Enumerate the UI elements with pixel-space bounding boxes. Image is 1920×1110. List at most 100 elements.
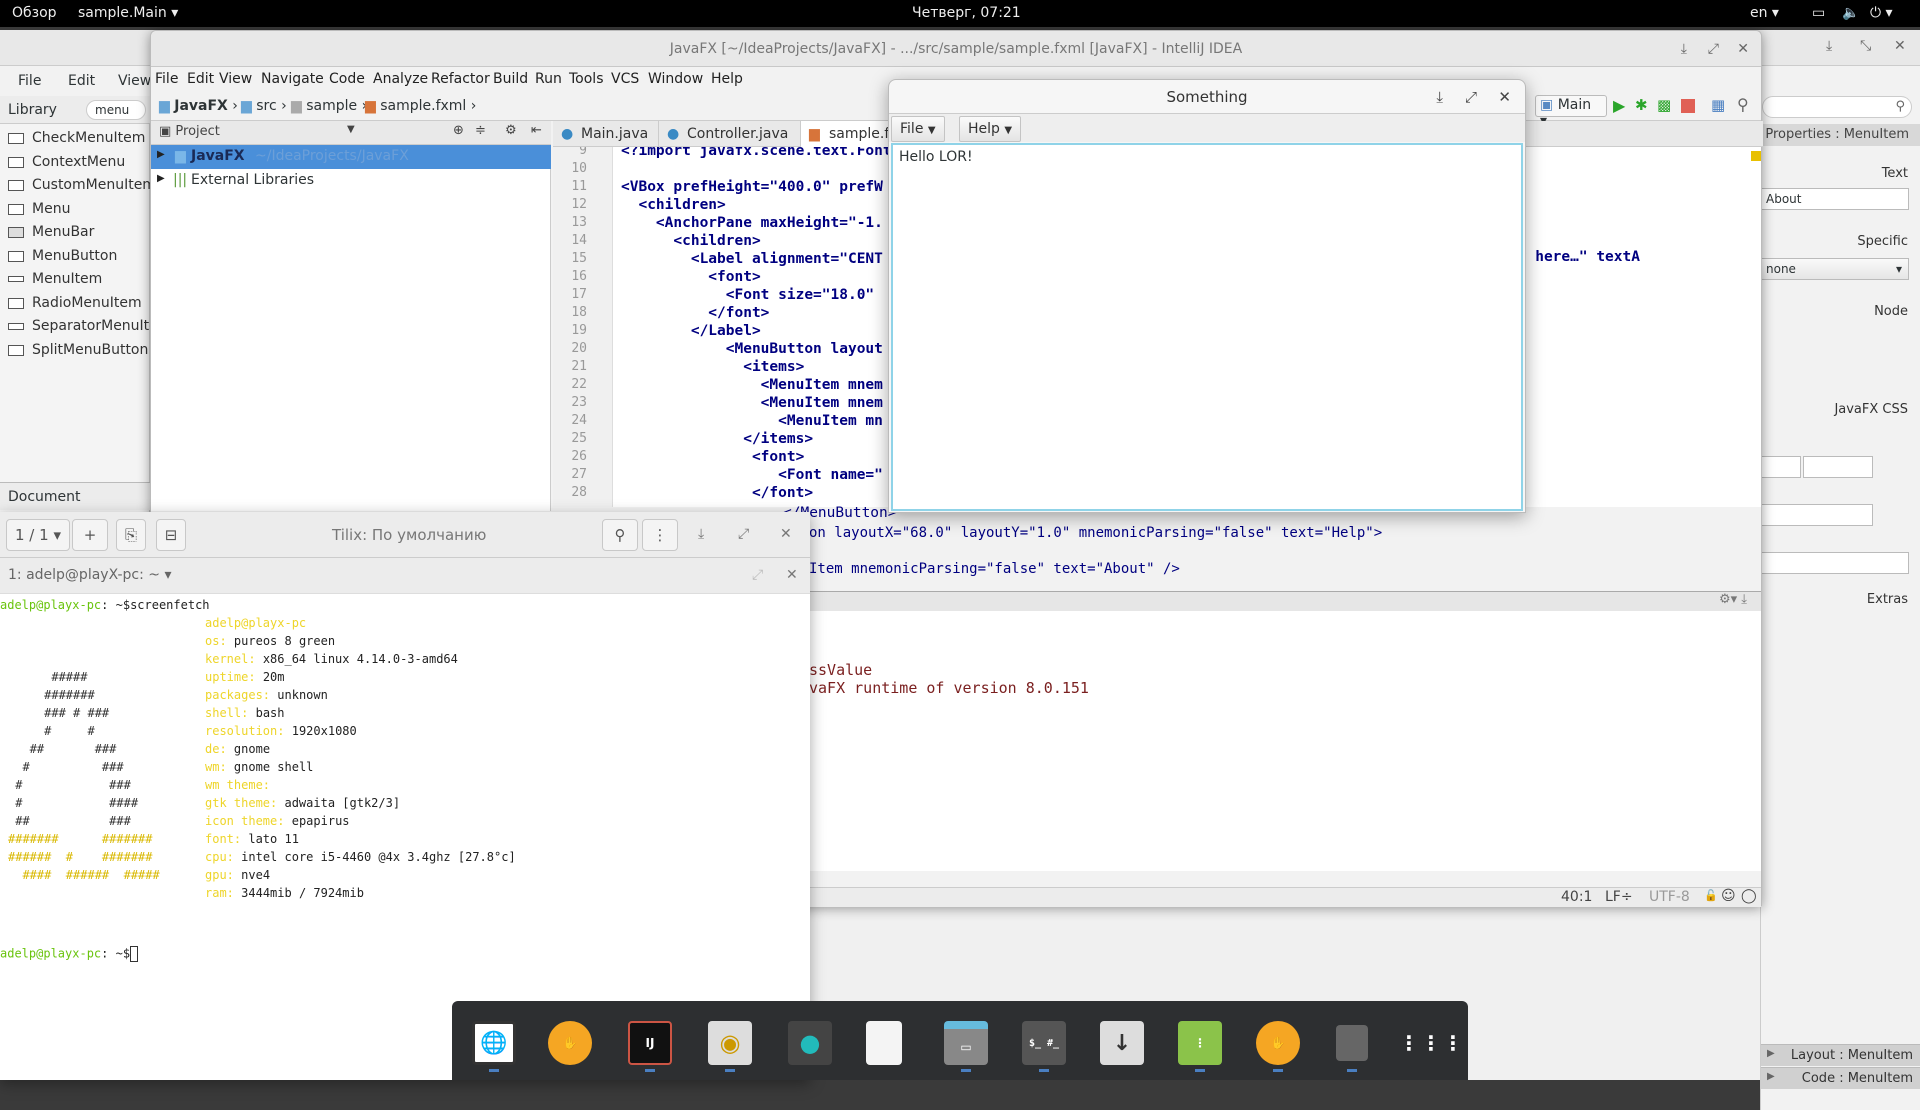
help-menu-button[interactable]: Help ▼ — [959, 116, 1022, 142]
minimize-icon[interactable]: ⤓ — [1436, 80, 1443, 114]
tab-controller-java[interactable]: ●Controller.java × — [659, 121, 801, 168]
css-field-1[interactable] — [1761, 456, 1801, 478]
screen-icon[interactable]: ▭ — [1812, 5, 1825, 21]
split-down-button[interactable]: ⊟ — [156, 519, 186, 551]
menu-edit[interactable]: Edit — [68, 73, 95, 89]
line-separator[interactable]: LF÷ — [1605, 889, 1633, 905]
specific-dropdown[interactable]: none ▾ — [1761, 258, 1909, 280]
menu-code[interactable]: Code — [329, 71, 365, 87]
library-item[interactable]: SeparatorMenuItem — [8, 318, 171, 334]
breadcrumb-item[interactable]: ▆ src › — [241, 98, 287, 114]
clock[interactable]: Четверг, 07:21 — [912, 5, 1021, 21]
gear-icon[interactable]: ⚙ — [505, 123, 517, 138]
library-item[interactable]: RadioMenuItem — [8, 295, 142, 311]
properties-header[interactable]: Properties : MenuItem — [1761, 124, 1920, 146]
touchpad-app-icon[interactable]: ✋ — [548, 1021, 592, 1065]
tab-main-java[interactable]: ●Main.java × — [553, 121, 659, 168]
menu-navigate[interactable]: Navigate — [261, 71, 324, 87]
archive-manager-icon[interactable]: ⋮ — [1178, 1021, 1222, 1065]
layout-header[interactable]: ▶ Layout : MenuItem — [1761, 1044, 1920, 1066]
session-switcher[interactable]: 1 / 1 ▾ — [6, 519, 70, 551]
stop-icon[interactable] — [1681, 99, 1695, 113]
code-header[interactable]: ▶ Code : MenuItem — [1761, 1067, 1920, 1089]
downloader-icon[interactable]: ↓ — [1100, 1021, 1144, 1065]
web-browser-icon[interactable]: 🌐 — [472, 1021, 516, 1065]
menu-tools[interactable]: Tools — [569, 71, 604, 87]
touchpad-app-icon[interactable]: ✋ — [1256, 1021, 1300, 1065]
inspector-search-input[interactable]: ⚲ — [1762, 96, 1912, 118]
language-selector[interactable]: en ▾ — [1750, 5, 1779, 21]
hide-panel-icon[interactable]: ⇤ — [531, 123, 542, 138]
activities-button[interactable]: Обзор — [12, 5, 57, 21]
menu-file[interactable]: File — [18, 73, 41, 89]
add-session-button[interactable]: + — [72, 519, 108, 551]
warning-marker[interactable] — [1751, 151, 1761, 161]
show-applications-icon[interactable]: ⋮⋮⋮ — [1399, 1021, 1463, 1065]
volume-icon[interactable]: 🔈 — [1842, 5, 1859, 21]
maximize-icon[interactable]: ⤢ — [738, 526, 749, 542]
chevron-down-icon[interactable]: ▼ — [347, 124, 355, 135]
text-field[interactable]: About — [1761, 188, 1909, 210]
library-item[interactable]: CheckMenuItem — [8, 130, 145, 146]
menu-file[interactable]: File — [155, 71, 178, 87]
menu-vcs[interactable]: VCS — [611, 71, 639, 87]
split-right-button[interactable]: ⎘ — [116, 519, 146, 551]
close-icon[interactable]: ✕ — [1498, 80, 1511, 114]
maximize-icon[interactable]: ⤢ — [1465, 80, 1477, 114]
maximize-terminal-icon[interactable]: ⤢ — [752, 567, 763, 583]
caret-position[interactable]: 40:1 — [1561, 889, 1592, 905]
library-item[interactable]: SplitMenuButton — [8, 342, 148, 358]
file-encoding[interactable]: UTF-8 — [1649, 889, 1690, 905]
breadcrumb-item[interactable]: ▆ sample › — [291, 98, 367, 114]
restore-icon[interactable]: ⤡ — [1860, 38, 1871, 54]
menu-run[interactable]: Run — [535, 71, 562, 87]
collapse-icon[interactable]: ≑ — [475, 123, 486, 138]
library-item[interactable]: MenuItem — [8, 271, 102, 287]
menu-edit[interactable]: Edit — [187, 71, 214, 87]
document-viewer-icon[interactable] — [866, 1021, 902, 1065]
terminal-title-dropdown[interactable]: 1: adelp@playX-pc: ~ ▾ — [8, 567, 171, 583]
css-field-4[interactable] — [1761, 552, 1909, 574]
menu-refactor[interactable]: Refactor — [431, 71, 490, 87]
minimize-icon[interactable]: ⤓ — [1681, 31, 1687, 67]
library-item[interactable]: ContextMenu — [8, 154, 125, 170]
breadcrumb-item[interactable]: ▆ sample.fxml › — [365, 98, 476, 114]
lock-icon[interactable]: 🔓 — [1704, 889, 1718, 902]
window-app-icon[interactable] — [1336, 1025, 1368, 1061]
close-terminal-icon[interactable]: ✕ — [786, 567, 798, 583]
library-item[interactable]: MenuButton — [8, 248, 117, 264]
minimize-icon[interactable]: ⤓ — [1826, 38, 1832, 54]
file-menu-button[interactable]: File ▼ — [891, 116, 945, 142]
camera-icon[interactable]: ● — [788, 1021, 832, 1065]
file-manager-icon[interactable]: ▭ — [944, 1021, 988, 1065]
project-view-dropdown[interactable]: ▣ Project — [159, 124, 220, 139]
coverage-icon[interactable]: ▩ — [1657, 96, 1671, 114]
power-icon[interactable]: ⏻ ▾ — [1870, 5, 1893, 21]
css-field-2[interactable] — [1803, 456, 1873, 478]
app-menu[interactable]: sample.Main ▾ — [78, 5, 178, 21]
close-icon[interactable]: ✕ — [1737, 31, 1749, 67]
speaker-app-icon[interactable]: ◉ — [708, 1021, 752, 1065]
tree-item-javafx[interactable]: ▶ ▆ JavaFX ~/IdeaProjects/JavaFX — [151, 145, 551, 169]
css-field-3[interactable] — [1761, 504, 1873, 526]
menu-help[interactable]: Help — [711, 71, 743, 87]
menu-window[interactable]: Window — [648, 71, 703, 87]
search-button[interactable]: ⚲ — [602, 519, 638, 551]
event-log-icon[interactable]: ◯ — [1741, 888, 1757, 904]
close-icon[interactable]: ✕ — [1894, 38, 1906, 54]
menu-analyze[interactable]: Analyze — [373, 71, 428, 87]
intellij-idea-icon[interactable]: IJ — [628, 1021, 672, 1065]
menu-view[interactable]: View — [118, 73, 151, 89]
close-icon[interactable]: ✕ — [780, 526, 792, 542]
library-item[interactable]: Menu — [8, 201, 70, 217]
search-icon[interactable]: ⚲ — [1737, 95, 1749, 114]
minimize-icon[interactable]: ⤓ — [698, 526, 704, 542]
document-panel-header[interactable]: Document — [0, 482, 150, 510]
locate-icon[interactable]: ⊕ — [453, 123, 464, 138]
run-config-dropdown[interactable]: ▣ Main ▾ — [1535, 95, 1607, 129]
menu-build[interactable]: Build — [493, 71, 528, 87]
terminal-icon[interactable]: $_ #_ — [1022, 1021, 1066, 1065]
menu-view[interactable]: View — [219, 71, 252, 87]
gear-icon[interactable]: ⚙▾ ⤓ — [1719, 592, 1747, 607]
library-search-input[interactable]: menu — [86, 100, 146, 120]
